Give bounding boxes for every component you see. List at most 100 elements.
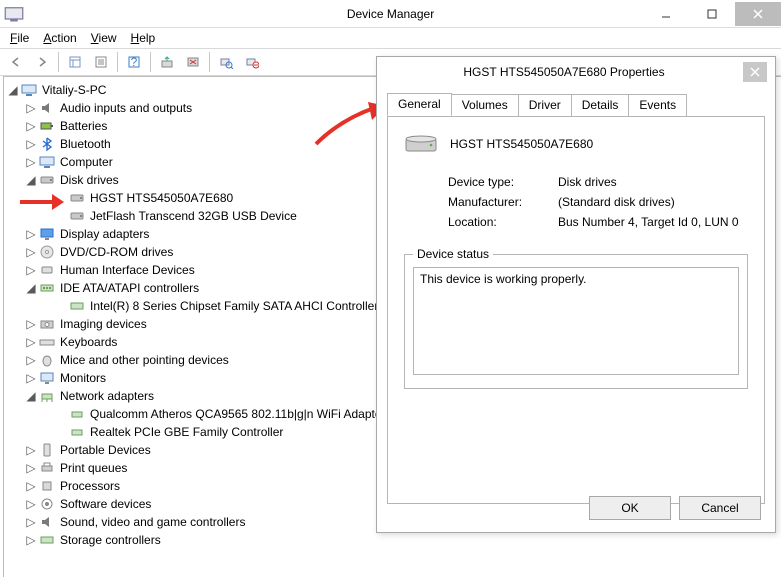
ok-button[interactable]: OK: [589, 496, 671, 520]
computer-icon: [21, 82, 37, 98]
network-icon: [69, 424, 85, 440]
expand-icon[interactable]: ▷: [24, 443, 38, 457]
minimize-button[interactable]: [643, 2, 689, 26]
tree-label: HGST HTS545050A7E680: [88, 191, 235, 205]
tree-category-storage[interactable]: ▷ Storage controllers: [6, 531, 779, 549]
expand-icon[interactable]: ▷: [24, 137, 38, 151]
disk-icon: [404, 131, 438, 157]
device-status-text[interactable]: [413, 267, 739, 375]
portable-icon: [39, 442, 55, 458]
expand-icon[interactable]: ▷: [24, 335, 38, 349]
tree-label: DVD/CD-ROM drives: [58, 245, 175, 259]
computer-icon: [39, 154, 55, 170]
tree-label: Disk drives: [58, 173, 121, 187]
dialog-title-bar[interactable]: HGST HTS545050A7E680 Properties: [377, 57, 775, 87]
label-device-status: Device status: [413, 247, 493, 261]
expand-icon[interactable]: ▷: [24, 227, 38, 241]
dialog-buttons: OK Cancel: [589, 496, 761, 520]
forward-button[interactable]: [30, 51, 54, 73]
printer-icon: [39, 460, 55, 476]
device-name: HGST HTS545050A7E680: [450, 137, 593, 151]
show-hide-button[interactable]: [63, 51, 87, 73]
tree-label: Vitaliy-S-PC: [40, 83, 108, 97]
expand-icon[interactable]: ▷: [24, 515, 38, 529]
sound-icon: [39, 514, 55, 530]
menu-view[interactable]: View: [85, 29, 123, 47]
keyboard-icon: [39, 334, 55, 350]
title-bar: Device Manager: [0, 0, 781, 28]
storage-icon: [39, 532, 55, 548]
tree-label: Intel(R) 8 Series Chipset Family SATA AH…: [88, 299, 380, 313]
expand-icon[interactable]: ▷: [24, 461, 38, 475]
menu-help[interactable]: Help: [125, 29, 162, 47]
monitor-icon: [39, 370, 55, 386]
network-icon: [69, 406, 85, 422]
expand-icon[interactable]: ▷: [24, 263, 38, 277]
network-icon: [39, 388, 55, 404]
expand-icon[interactable]: ▷: [24, 533, 38, 547]
hid-icon: [39, 262, 55, 278]
tree-label: Display adapters: [58, 227, 151, 241]
tree-label: Audio inputs and outputs: [58, 101, 194, 115]
close-button[interactable]: [735, 2, 781, 26]
bluetooth-icon: [39, 136, 55, 152]
tree-label: Human Interface Devices: [58, 263, 197, 277]
cancel-button[interactable]: Cancel: [679, 496, 761, 520]
menu-file[interactable]: File: [4, 29, 35, 47]
tab-details[interactable]: Details: [571, 94, 630, 116]
uninstall-button[interactable]: [181, 51, 205, 73]
expand-icon[interactable]: ▷: [24, 119, 38, 133]
expand-icon[interactable]: ▷: [24, 353, 38, 367]
expand-icon[interactable]: ◢: [24, 389, 38, 403]
tab-driver[interactable]: Driver: [518, 94, 572, 116]
value-location: Bus Number 4, Target Id 0, LUN 0: [558, 215, 739, 229]
dialog-close-button[interactable]: [743, 62, 767, 82]
expand-icon[interactable]: ▷: [24, 155, 38, 169]
toolbar-separator: [117, 52, 118, 72]
expand-icon[interactable]: ◢: [6, 83, 20, 97]
properties-dialog: HGST HTS545050A7E680 Properties General …: [376, 56, 776, 533]
tree-label: Mice and other pointing devices: [58, 353, 231, 367]
expand-icon[interactable]: ◢: [24, 173, 38, 187]
menu-action[interactable]: Action: [37, 29, 82, 47]
tree-label: Keyboards: [58, 335, 119, 349]
software-icon: [39, 496, 55, 512]
expand-icon[interactable]: ▷: [24, 371, 38, 385]
label-device-type: Device type:: [448, 175, 558, 189]
scan-hardware-button[interactable]: [214, 51, 238, 73]
tab-events[interactable]: Events: [628, 94, 687, 116]
tab-pane-general: HGST HTS545050A7E680 Device type:Disk dr…: [387, 116, 765, 504]
window-buttons: [643, 2, 781, 26]
tree-label: Imaging devices: [58, 317, 149, 331]
expand-icon[interactable]: ▷: [24, 245, 38, 259]
display-icon: [39, 226, 55, 242]
disk-icon: [39, 172, 55, 188]
maximize-button[interactable]: [689, 2, 735, 26]
tab-strip: General Volumes Driver Details Events: [377, 87, 775, 116]
tab-volumes[interactable]: Volumes: [451, 94, 519, 116]
expand-icon[interactable]: ▷: [24, 317, 38, 331]
ide-icon: [39, 280, 55, 296]
help-toolbar-button[interactable]: ?: [122, 51, 146, 73]
disable-button[interactable]: [240, 51, 264, 73]
expand-icon[interactable]: ▷: [24, 101, 38, 115]
properties-toolbar-button[interactable]: [89, 51, 113, 73]
tree-label: Software devices: [58, 497, 153, 511]
back-button[interactable]: [4, 51, 28, 73]
tree-label: Network adapters: [58, 389, 156, 403]
menu-bar: File Action View Help: [0, 28, 781, 48]
disk-icon: [69, 208, 85, 224]
ide-icon: [69, 298, 85, 314]
label-manufacturer: Manufacturer:: [448, 195, 558, 209]
tree-label: Monitors: [58, 371, 108, 385]
expand-icon[interactable]: ▷: [24, 497, 38, 511]
update-driver-button[interactable]: [155, 51, 179, 73]
toolbar-separator: [150, 52, 151, 72]
expand-icon[interactable]: ▷: [24, 479, 38, 493]
expand-icon[interactable]: ◢: [24, 281, 38, 295]
tree-label: Storage controllers: [58, 533, 163, 547]
tree-label: Realtek PCIe GBE Family Controller: [88, 425, 285, 439]
tab-general[interactable]: General: [387, 93, 452, 116]
svg-text:?: ?: [131, 55, 138, 69]
dialog-title: HGST HTS545050A7E680 Properties: [385, 65, 743, 79]
